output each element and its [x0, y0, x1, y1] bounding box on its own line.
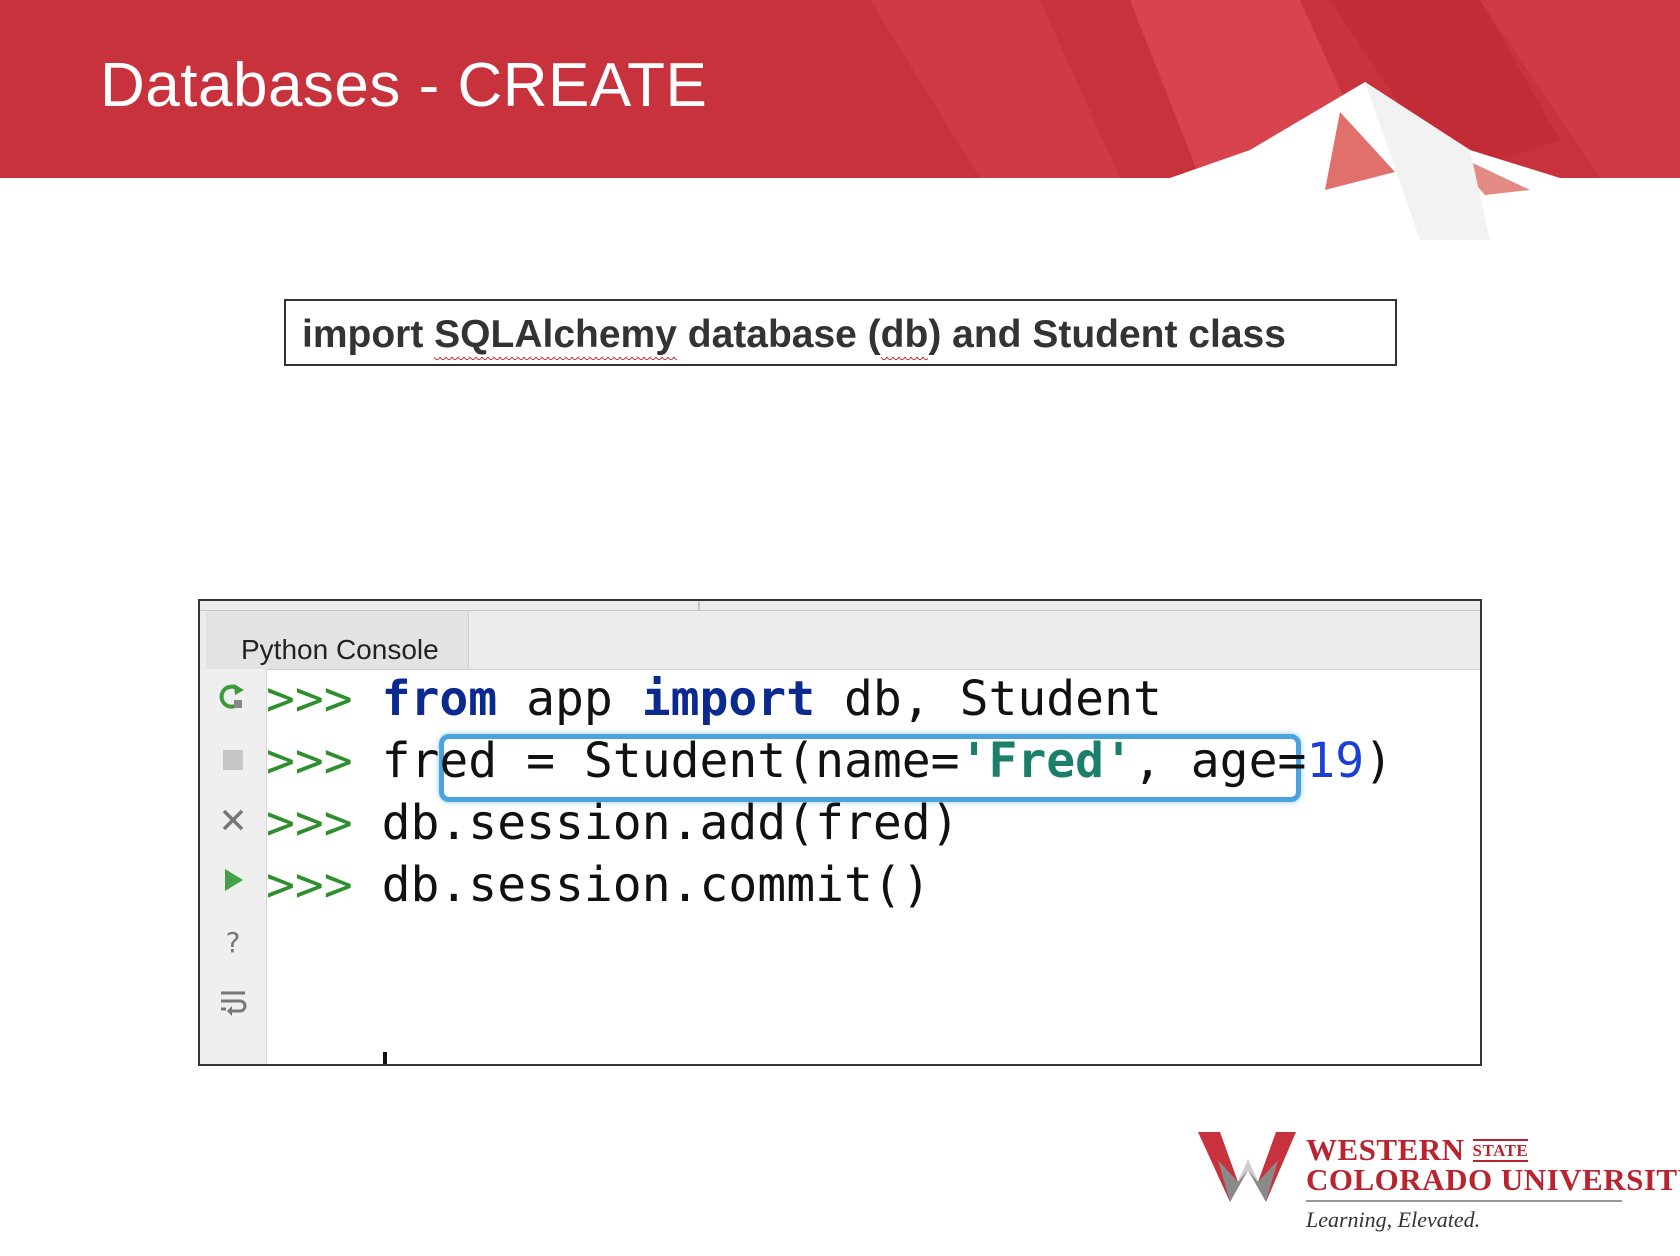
soft-wrap-icon[interactable] [218, 987, 248, 1017]
code-text: db.session.add(fred) [381, 795, 960, 851]
divider [1306, 1200, 1622, 1202]
caption-part-spellcheck: SQLAlchemy [434, 313, 677, 356]
logo-tagline: Learning, Elevated. [1306, 1207, 1481, 1232]
stop-icon[interactable] [218, 745, 248, 775]
console-line: >>> db.session.add(fred) [266, 793, 960, 853]
console-output[interactable]: >>> from app import db, Student >>> fred… [266, 669, 1480, 1064]
keyword: from [381, 671, 498, 727]
code-text: fred = Student(name= [381, 733, 960, 789]
code-text: db.session.commit() [381, 857, 931, 913]
code-text: db, Student [815, 671, 1162, 727]
caption-part: import [302, 313, 435, 356]
caption-box: import SQLAlchemy database (db) and Stud… [284, 299, 1397, 366]
number-literal: 19 [1306, 733, 1365, 789]
tab-python-console[interactable]: Python Console [206, 611, 469, 669]
code-text: ) [1364, 733, 1394, 789]
text-cursor [383, 1052, 387, 1064]
caption-part-spellcheck: db [880, 313, 929, 356]
logo-wordmark-line2: COLORADO UNIVERSITY [1306, 1162, 1680, 1197]
prompt: >>> [266, 1053, 353, 1064]
caption-part: database ( [676, 313, 881, 356]
prompt: >>> [266, 795, 353, 851]
tab-label: Python Console [241, 634, 439, 665]
code-text: app [497, 671, 642, 727]
caption-text: import SQLAlchemy database (db) and Stud… [302, 313, 1286, 357]
prompt: >>> [266, 733, 353, 789]
string-literal: 'Fred' [959, 733, 1133, 789]
prompt: >>> [266, 671, 353, 727]
rerun-icon[interactable] [218, 682, 248, 712]
w-logo-icon [1198, 1132, 1296, 1202]
prompt: >>> [266, 857, 353, 913]
code-text: , age= [1132, 733, 1307, 789]
logo-state: STATE [1472, 1139, 1529, 1162]
keyword: import [641, 671, 816, 727]
console-tabbar: Python Console [200, 601, 1480, 670]
close-icon[interactable] [218, 805, 248, 835]
console-line: >>> db.session.commit() [266, 855, 931, 915]
run-icon[interactable] [218, 865, 248, 895]
banner-graphic [0, 0, 1680, 240]
university-logo: WESTERN STATE COLORADO UNIVERSITY Learnin… [1198, 1130, 1680, 1232]
console-line: >>> from app import db, Student [266, 669, 1162, 729]
console-line: >>> fred = Student(name='Fred', age=19) [266, 731, 1393, 791]
svg-text:?: ? [226, 927, 241, 957]
console-input-line[interactable]: >>> [266, 1051, 353, 1064]
console-toolbar: ? [200, 669, 267, 1064]
python-console: Python Console ? >>> from app import db,… [198, 599, 1482, 1066]
help-icon[interactable]: ? [218, 927, 248, 957]
slide-title: Databases - CREATE [100, 51, 708, 120]
divider [698, 601, 700, 610]
caption-part: ) and Student class [928, 313, 1286, 356]
